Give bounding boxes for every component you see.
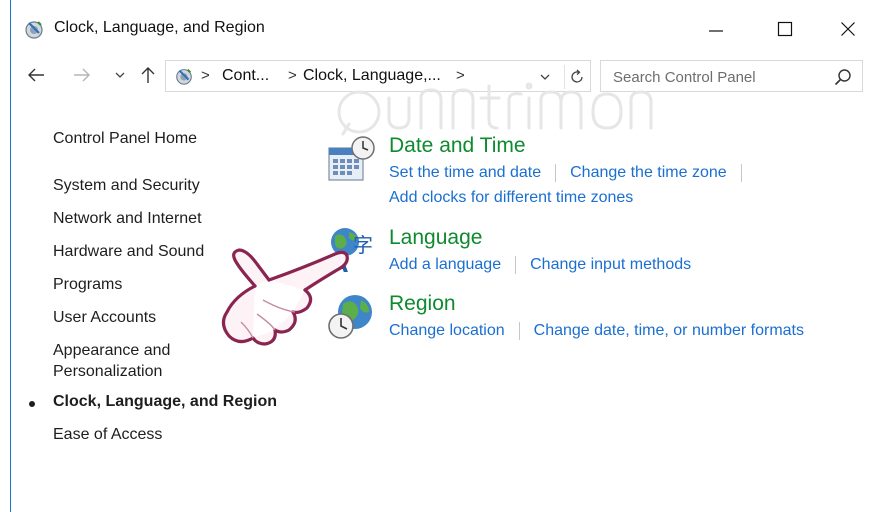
control-panel-icon — [176, 68, 192, 85]
sidebar-item-network-and-internet[interactable]: Network and Internet — [53, 208, 202, 229]
sidebar-item-control-panel-home[interactable]: Control Panel Home — [53, 128, 197, 149]
minimize-button[interactable] — [696, 14, 736, 44]
current-item-bullet — [29, 401, 35, 407]
date-time-links-row1: Set the time and date Change the time zon… — [389, 164, 756, 182]
pointing-hand-icon — [221, 248, 349, 346]
breadcrumb-separator[interactable]: > — [201, 67, 210, 84]
back-button[interactable] — [25, 64, 47, 86]
sidebar-item-appearance-and-personalization[interactable]: Appearance and Personalization — [53, 340, 170, 382]
sidebar-item-ease-of-access[interactable]: Ease of Access — [53, 424, 162, 445]
link-change-location[interactable]: Change location — [389, 322, 505, 339]
link-separator — [555, 164, 557, 182]
date-time-links-row2: Add clocks for different time zones — [389, 189, 633, 207]
breadcrumb-control-panel[interactable]: Cont... — [222, 67, 269, 85]
link-change-time-zone[interactable]: Change the time zone — [570, 164, 727, 181]
sidebar-item-system-and-security[interactable]: System and Security — [53, 175, 200, 196]
category-title-date-and-time[interactable]: Date and Time — [389, 134, 526, 158]
category-title-language[interactable]: Language — [389, 226, 482, 250]
breadcrumb-separator[interactable]: > — [288, 67, 297, 84]
language-links-row: Add a language Change input methods — [389, 256, 691, 274]
title-bar: Clock, Language, and Region — [11, 0, 870, 54]
link-add-language[interactable]: Add a language — [389, 256, 501, 273]
maximize-button[interactable] — [765, 14, 805, 44]
link-separator — [740, 164, 742, 182]
arrow-right-icon — [74, 68, 90, 82]
window-title: Clock, Language, and Region — [54, 19, 265, 36]
link-change-formats[interactable]: Change date, time, or number formats — [534, 322, 804, 339]
link-set-time-and-date[interactable]: Set the time and date — [389, 164, 541, 181]
sidebar-item-hardware-and-sound[interactable]: Hardware and Sound — [53, 241, 204, 262]
recent-locations-button[interactable] — [109, 64, 131, 86]
link-separator — [515, 256, 517, 274]
arrow-up-icon — [141, 67, 155, 83]
control-panel-icon — [25, 21, 43, 39]
control-panel-window: Clock, Language, and Region > Cont... > … — [10, 0, 870, 512]
category-title-region[interactable]: Region — [389, 292, 456, 316]
up-button[interactable] — [137, 64, 159, 86]
region-links-row: Change location Change date, time, or num… — [389, 322, 804, 340]
arrow-left-icon — [28, 68, 44, 82]
calendar-clock-icon — [328, 136, 375, 181]
sidebar-item-programs[interactable]: Programs — [53, 274, 122, 295]
link-change-input-methods[interactable]: Change input methods — [530, 256, 691, 273]
sidebar-item-clock-language-region: Clock, Language, and Region — [53, 393, 278, 410]
link-separator — [518, 322, 520, 340]
search-icon[interactable] — [833, 67, 853, 87]
close-icon — [841, 22, 855, 36]
maximize-icon — [777, 21, 793, 37]
minimize-icon — [709, 30, 723, 32]
chevron-down-icon — [115, 72, 125, 78]
close-button[interactable] — [828, 14, 868, 44]
forward-button[interactable] — [71, 64, 93, 86]
sidebar-item-user-accounts[interactable]: User Accounts — [53, 307, 156, 328]
link-add-clocks[interactable]: Add clocks for different time zones — [389, 189, 633, 206]
